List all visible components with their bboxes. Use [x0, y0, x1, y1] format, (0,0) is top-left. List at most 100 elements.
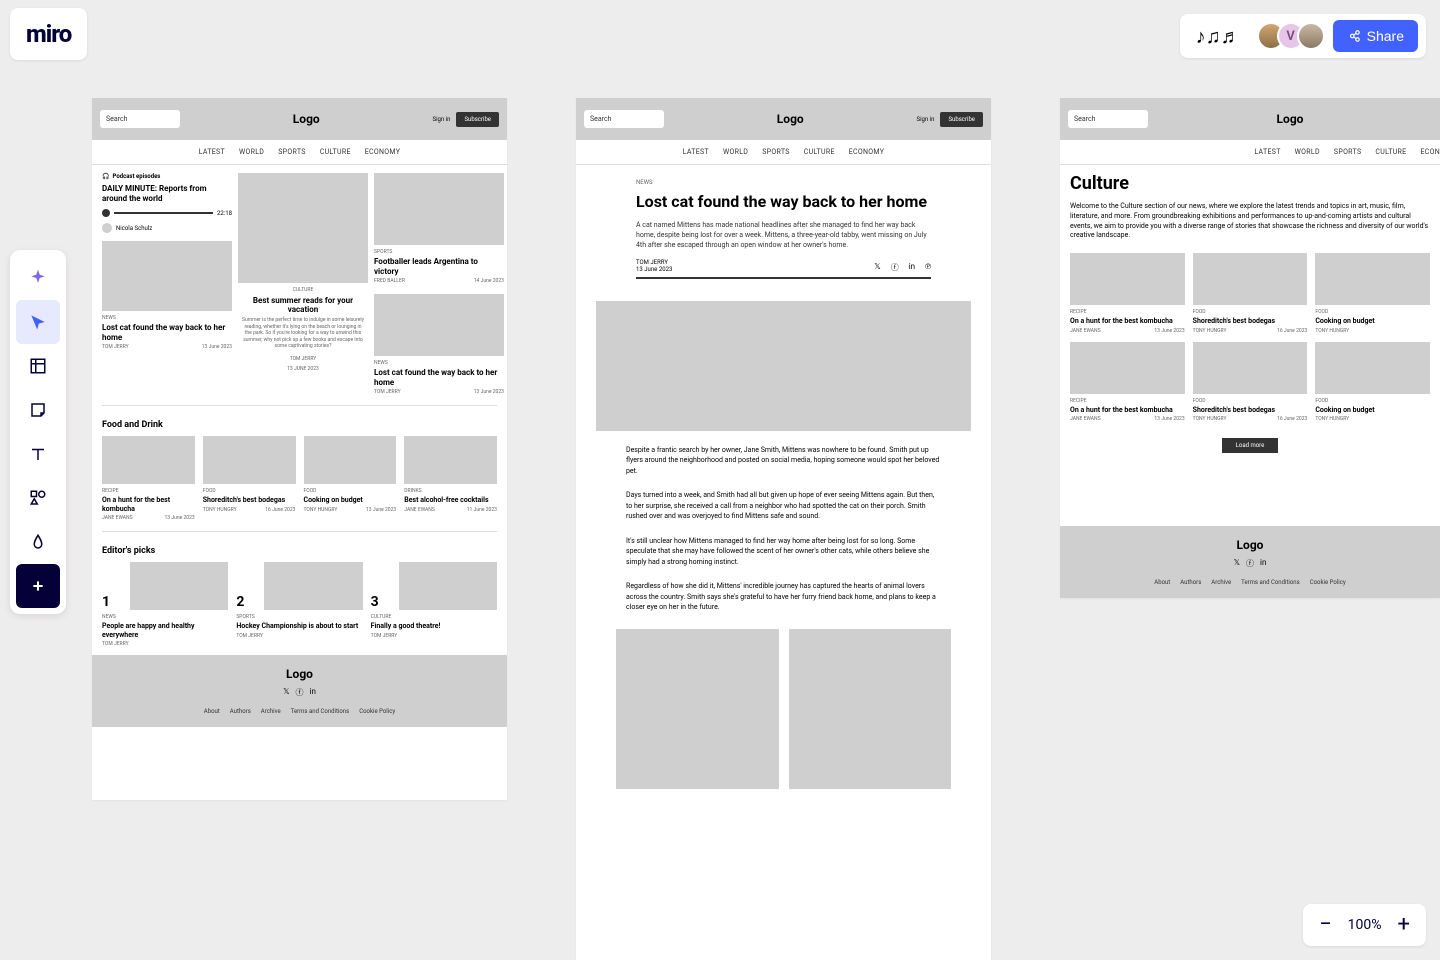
article-hero-image: [596, 301, 971, 431]
sticky-tool-button[interactable]: [16, 388, 60, 432]
story-category: NEWS: [374, 360, 504, 366]
facebook-icon[interactable]: ⓕ: [296, 687, 304, 698]
nav-item[interactable]: SPORTS: [278, 148, 306, 156]
story-date: 11 June 2023: [467, 507, 497, 513]
play-icon[interactable]: [102, 209, 110, 217]
search-input[interactable]: Search: [584, 110, 664, 128]
ai-tool-button[interactable]: [16, 256, 60, 300]
twitter-icon[interactable]: 𝕏: [874, 262, 880, 273]
signin-link[interactable]: Sign in: [917, 116, 935, 123]
reactions-icon[interactable]: ♪♫♬: [1188, 26, 1249, 46]
wireframe-article[interactable]: Search Logo Sign in Subscribe LATEST WOR…: [576, 98, 991, 960]
story-author: TONY HUNGRY: [1315, 416, 1349, 422]
footer-link[interactable]: Archive: [1211, 579, 1231, 586]
culture-card[interactable]: FOOD Shoreditch's best bodegas TONY HUNG…: [1193, 342, 1308, 422]
editor-pick-card[interactable]: 2 SPORTS Hockey Championship is about to…: [236, 562, 362, 647]
share-button[interactable]: Share: [1333, 20, 1418, 52]
facebook-icon[interactable]: ⓕ: [1246, 558, 1254, 569]
linkedin-icon[interactable]: in: [310, 687, 316, 698]
image-placeholder: [1315, 253, 1430, 305]
twitter-icon[interactable]: 𝕏: [1234, 558, 1240, 569]
culture-card[interactable]: FOOD Cooking on budget TONY HUNGRY: [1315, 253, 1430, 333]
zoom-level[interactable]: 100%: [1348, 917, 1382, 933]
article-paragraph: It's still unclear how Mittens managed t…: [576, 536, 991, 568]
linkedin-icon[interactable]: in: [1260, 558, 1266, 569]
nav-item[interactable]: SPORTS: [762, 148, 790, 156]
progress-bar[interactable]: [114, 212, 213, 214]
story-title[interactable]: Footballer leads Argentina to victory: [374, 257, 504, 276]
zoom-in-button[interactable]: +: [1398, 914, 1410, 936]
culture-card[interactable]: FOOD Cooking on budget TONY HUNGRY: [1315, 342, 1430, 422]
more-tools-button[interactable]: [16, 564, 60, 608]
load-more-button[interactable]: Load more: [1222, 438, 1279, 453]
footer-link[interactable]: Terms and Conditions: [291, 708, 350, 715]
nav-item[interactable]: WORLD: [1295, 148, 1320, 156]
story-date: 16 June 2023: [265, 507, 295, 513]
nav-item[interactable]: ECON: [1420, 148, 1440, 156]
wireframe-culture[interactable]: Search Logo LATEST WORLD SPORTS CULTURE …: [1060, 98, 1440, 598]
food-card[interactable]: RECIPE On a hunt for the best kombucha J…: [102, 436, 195, 521]
story-author: TONY HUNGRY: [1315, 328, 1349, 334]
frame-tool-button[interactable]: [16, 344, 60, 388]
nav-item[interactable]: WORLD: [239, 148, 264, 156]
subscribe-button[interactable]: Subscribe: [940, 112, 983, 127]
food-card[interactable]: FOOD Cooking on budget TONY HUNGRY13 Jun…: [304, 436, 397, 521]
story-date: 13 June 2023: [164, 515, 194, 521]
food-card[interactable]: FOOD Shoreditch's best bodegas TONY HUNG…: [203, 436, 296, 521]
culture-card[interactable]: FOOD Shoreditch's best bodegas TONY HUNG…: [1193, 253, 1308, 333]
footer-link[interactable]: Authors: [230, 708, 251, 715]
footer-link[interactable]: Cookie Policy: [359, 708, 395, 715]
footer-link[interactable]: Terms and Conditions: [1241, 579, 1300, 586]
footer-link[interactable]: Authors: [1180, 579, 1201, 586]
editor-pick-card[interactable]: 3 CULTURE Finally a good theatre! TOM JE…: [371, 562, 497, 647]
nav-item[interactable]: SPORTS: [1334, 148, 1362, 156]
nav-item[interactable]: LATEST: [199, 148, 225, 156]
linkedin-icon[interactable]: in: [909, 262, 915, 273]
image-placeholder: [1070, 253, 1185, 305]
collaborator-avatars[interactable]: V: [1257, 22, 1325, 50]
story-category: NEWS: [102, 614, 228, 620]
footer-link[interactable]: About: [204, 708, 220, 715]
shapes-tool-button[interactable]: [16, 476, 60, 520]
podcast-title[interactable]: DAILY MINUTE: Reports from around the wo…: [102, 184, 232, 203]
nav-item[interactable]: CULTURE: [1375, 148, 1406, 156]
page-title: Culture: [1070, 173, 1430, 194]
twitter-icon[interactable]: 𝕏: [283, 687, 289, 698]
search-input[interactable]: Search: [100, 110, 180, 128]
nav-item[interactable]: CULTURE: [804, 148, 835, 156]
story-title: Best alcohol-free cocktails: [404, 496, 497, 504]
signin-link[interactable]: Sign in: [433, 116, 451, 123]
image-placeholder: [1193, 342, 1308, 394]
footer-link[interactable]: About: [1154, 579, 1170, 586]
story-title[interactable]: Best summer reads for your vacation: [238, 296, 368, 314]
nav-item[interactable]: ECONOMY: [849, 148, 884, 156]
subscribe-button[interactable]: Subscribe: [456, 112, 499, 127]
select-tool-button[interactable]: [16, 300, 60, 344]
nav-item[interactable]: WORLD: [723, 148, 748, 156]
story-title[interactable]: Lost cat found the way back to her home: [374, 368, 504, 387]
nav-item[interactable]: LATEST: [683, 148, 709, 156]
avatar[interactable]: [1297, 22, 1325, 50]
article-date: 13 June 2023: [636, 266, 672, 273]
search-input[interactable]: Search: [1068, 110, 1148, 128]
nav-item[interactable]: LATEST: [1254, 148, 1280, 156]
story-title[interactable]: Lost cat found the way back to her home: [102, 323, 232, 342]
zoom-out-button[interactable]: −: [1319, 914, 1332, 936]
footer-link[interactable]: Cookie Policy: [1310, 579, 1346, 586]
food-card[interactable]: DRINKS Best alcohol-free cocktails JANE …: [404, 436, 497, 521]
culture-card[interactable]: RECIPE On a hunt for the best kombucha J…: [1070, 342, 1185, 422]
culture-card[interactable]: RECIPE On a hunt for the best kombucha J…: [1070, 253, 1185, 333]
nav-item[interactable]: ECONOMY: [365, 148, 400, 156]
text-tool-button[interactable]: [16, 432, 60, 476]
editor-pick-card[interactable]: 1 NEWS People are happy and healthy ever…: [102, 562, 228, 647]
pen-tool-button[interactable]: [16, 520, 60, 564]
pinterest-icon[interactable]: ℗: [925, 262, 931, 273]
footer-link[interactable]: Archive: [261, 708, 281, 715]
wf-logo: Logo: [1277, 112, 1304, 126]
image-placeholder: [789, 629, 952, 789]
facebook-icon[interactable]: ⓕ: [891, 262, 899, 273]
nav-item[interactable]: CULTURE: [320, 148, 351, 156]
wireframe-home[interactable]: Search Logo Sign in Subscribe LATEST WOR…: [92, 98, 507, 800]
wf-header: Search Logo: [1060, 98, 1440, 140]
miro-logo[interactable]: miro: [10, 8, 87, 60]
